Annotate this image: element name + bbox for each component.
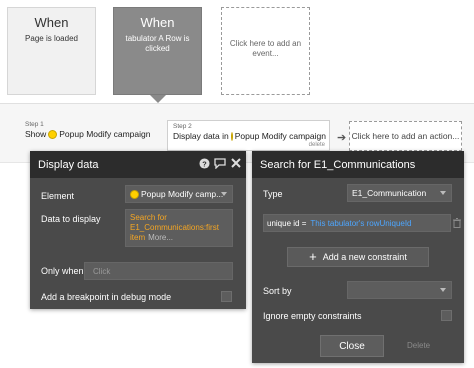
element-value: Popup Modify camp... [141,189,224,199]
event-row-clicked[interactable]: When tabulator A Row is clicked [113,7,202,95]
sort-by-dropdown[interactable] [347,281,452,299]
plus-icon: + [309,249,317,264]
panel-header: Search for E1_Communications [252,151,464,178]
only-when-label: Only when [41,266,84,276]
step-delete-link[interactable]: delete [309,142,325,148]
constraint-row[interactable]: unique id = This tabulator's rowUniqueId [263,214,451,232]
display-data-panel: Display data ? Element Popup Modify camp… [30,151,246,309]
chevron-down-icon [440,288,446,292]
arrow-right-icon: ➔ [337,132,347,144]
event-subtitle: Page is loaded [25,34,78,43]
step-1[interactable]: Step 1 Show Popup Modify campaign [25,121,150,150]
data-expression: Search for E1_Communications:first item [130,213,219,242]
ignore-empty-label: Ignore empty constraints [263,311,362,321]
constraint-value: This tabulator's rowUniqueId [310,218,412,228]
element-dot-icon [130,189,139,199]
event-title: When [140,15,175,30]
add-action-button[interactable]: Click here to add an action... [349,121,462,151]
panel-title: Search for E1_Communications [260,158,416,171]
type-value: E1_Communication [352,188,427,198]
ignore-empty-checkbox[interactable] [441,310,452,321]
selected-event-pointer [150,95,166,103]
svg-text:?: ? [202,159,207,168]
step-action: Display data in [173,131,229,141]
element-dot-icon [48,129,58,139]
step-number: Step 1 [25,121,44,128]
sort-by-label: Sort by [263,286,292,296]
breakpoint-label: Add a breakpoint in debug mode [41,292,172,302]
close-button[interactable]: Close [320,335,384,357]
element-dot-icon [230,131,233,141]
add-event-button[interactable]: Click here to add an event... [221,7,310,95]
event-title: When [34,15,69,30]
help-icon[interactable]: ? [198,157,210,169]
step-action: Show [25,129,47,139]
add-constraint-button[interactable]: + Add a new constraint [287,247,429,267]
panel-title: Display data [38,158,99,171]
constraint-key: unique id = [267,218,307,228]
data-expression-field[interactable]: Search for E1_Communications:first item M… [125,209,233,247]
element-dropdown[interactable]: Popup Modify camp... [125,185,233,203]
event-page-loaded[interactable]: When Page is loaded [7,7,96,95]
workflow-editor: When Page is loaded When tabulator A Row… [0,0,474,368]
step-number: Step 2 [173,123,192,130]
only-when-field[interactable]: Click [84,262,233,280]
trash-icon[interactable] [453,218,461,228]
add-event-label: Click here to add an event... [229,39,302,58]
step-target: Popup Modify campaign [59,129,151,139]
chevron-down-icon [440,191,446,195]
breakpoint-checkbox[interactable] [221,291,232,302]
delete-button[interactable]: Delete [407,341,430,350]
event-subtitle: tabulator A Row is clicked [125,34,190,53]
step-target: Popup Modify campaign [234,131,326,141]
add-constraint-label: Add a new constraint [322,252,407,262]
data-to-display-label: Data to display [41,214,101,224]
comment-icon[interactable] [214,157,226,169]
step-2[interactable]: Step 2 Display data in Popup Modify camp… [167,120,330,151]
close-icon[interactable] [230,157,242,169]
type-label: Type [263,189,283,199]
chevron-down-icon [221,192,227,196]
more-link[interactable]: More... [148,233,173,242]
panel-header: Display data ? [30,151,246,178]
element-label: Element [41,191,75,201]
type-dropdown[interactable]: E1_Communication [347,184,452,202]
search-panel: Search for E1_Communications Type E1_Com… [252,151,464,363]
